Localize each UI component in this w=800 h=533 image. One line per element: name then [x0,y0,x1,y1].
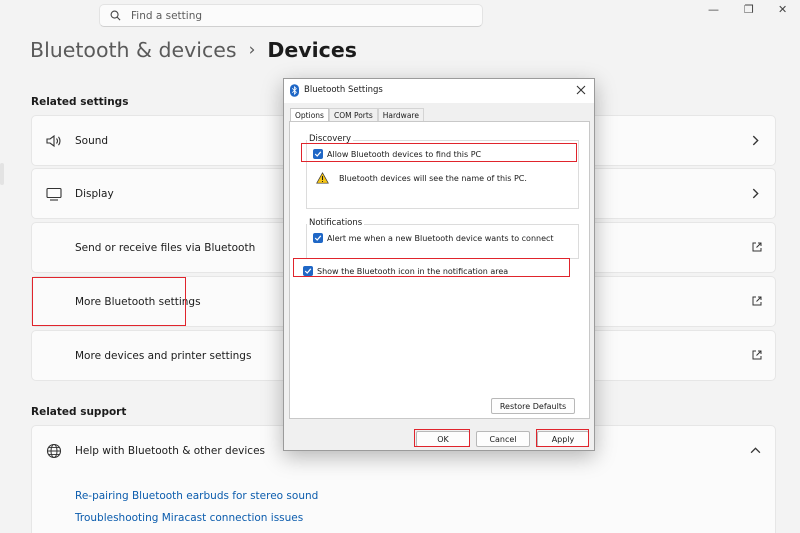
dialog-title: Bluetooth Settings [304,85,383,95]
search-icon [110,10,121,21]
external-link-icon [752,296,762,306]
cancel-button[interactable]: Cancel [476,431,530,447]
search-input[interactable]: Find a setting [131,10,202,22]
chevron-up-icon[interactable] [750,445,761,456]
more-devices-printers-label: More devices and printer settings [75,349,252,362]
discovery-warning: Bluetooth devices will see the name of t… [316,172,527,184]
warning-icon [316,172,329,184]
window-close-button[interactable]: ✕ [778,3,787,16]
highlight-apply [536,429,589,447]
alert-new-device-label: Alert me when a new Bluetooth device wan… [327,233,554,243]
speaker-icon [46,134,61,148]
external-link-icon [752,350,762,360]
highlight-more-bluetooth-settings [32,277,186,326]
help-expanded-panel [31,475,776,533]
minimize-button[interactable]: — [708,3,719,16]
highlight-ok [414,429,470,447]
maximize-button[interactable]: ❐ [744,3,754,16]
breadcrumb-parent[interactable]: Bluetooth & devices [30,38,237,62]
help-bluetooth-label: Help with Bluetooth & other devices [75,444,265,457]
breadcrumb-separator: › [248,40,256,60]
related-support-heading: Related support [31,406,127,418]
breadcrumb: Bluetooth & devices › Devices [30,38,357,62]
restore-defaults-button[interactable]: Restore Defaults [491,398,575,414]
notifications-group-title: Notifications [307,218,365,228]
display-label: Display [75,187,114,200]
globe-icon [46,443,62,459]
sound-label: Sound [75,134,109,147]
external-link-icon [752,242,762,252]
dialog-titlebar[interactable]: Bluetooth Settings [284,79,594,103]
chevron-right-icon [752,188,759,199]
close-icon[interactable] [574,83,588,97]
highlight-allow-discovery [301,143,577,162]
bluetooth-icon [290,84,299,97]
checkbox-checked[interactable] [313,233,323,243]
link-repairing-earbuds[interactable]: Re-pairing Bluetooth earbuds for stereo … [75,490,318,502]
chevron-right-icon [752,135,759,146]
link-troubleshooting-miracast[interactable]: Troubleshooting Miracast connection issu… [75,512,303,524]
discovery-warning-text: Bluetooth devices will see the name of t… [339,173,527,183]
search-box[interactable]: Find a setting [99,4,483,27]
page-title: Devices [267,38,357,62]
related-settings-heading: Related settings [31,96,129,108]
monitor-icon [46,187,62,201]
alert-new-device-checkbox[interactable]: Alert me when a new Bluetooth device wan… [313,233,554,243]
nav-scroll-nub [0,163,4,185]
highlight-show-icon [293,258,570,277]
send-receive-files-label: Send or receive files via Bluetooth [75,241,256,254]
